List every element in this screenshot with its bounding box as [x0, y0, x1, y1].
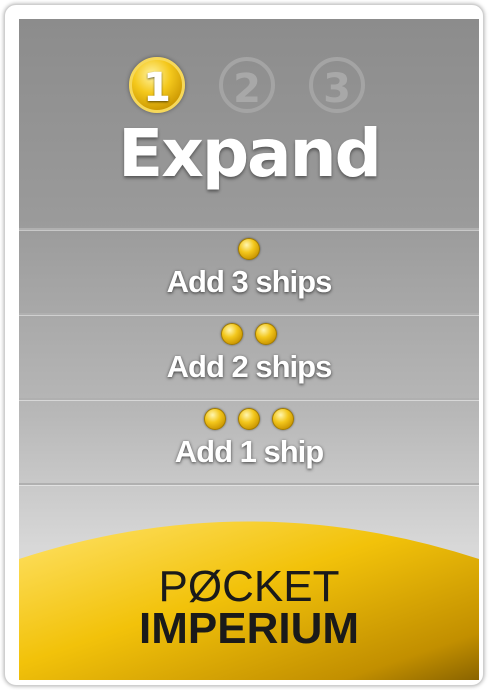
option-2-label: Add 2 ships [166, 349, 333, 384]
option-3-label: Add 1 ship [174, 434, 324, 469]
option-row-2: Add 2 ships [19, 313, 479, 399]
card-title: Expand [118, 115, 382, 192]
gold-dot-icon [255, 323, 277, 345]
step-2-badge: 2 [219, 57, 275, 113]
gold-dot-icon [238, 408, 260, 430]
card-header: 1 2 3 Expand [19, 19, 479, 228]
gold-dot-icon [221, 323, 243, 345]
gold-dot-icon [204, 408, 226, 430]
option-row-3: Add 1 ship [19, 398, 479, 484]
step-3-badge: 3 [309, 57, 365, 113]
option-3-dots [19, 408, 479, 434]
option-2-dots [19, 323, 479, 349]
gold-dot-icon [272, 408, 294, 430]
step-1-badge: 1 [129, 57, 185, 113]
gold-dot-icon [238, 238, 260, 260]
step-indicator: 1 2 3 [19, 57, 479, 117]
option-1-dots [19, 238, 479, 264]
card-panel: 1 2 3 Expand Add 3 ships Add 2 ships Add… [19, 19, 479, 680]
divider [19, 483, 479, 491]
option-row-1: Add 3 ships [19, 228, 479, 314]
action-card: 1 2 3 Expand Add 3 ships Add 2 ships Add… [4, 4, 484, 686]
logo-line-2: IMPERIUM [139, 604, 359, 653]
option-1-label: Add 3 ships [166, 264, 333, 299]
logo-area: PØCKET IMPERIUM [19, 504, 479, 680]
